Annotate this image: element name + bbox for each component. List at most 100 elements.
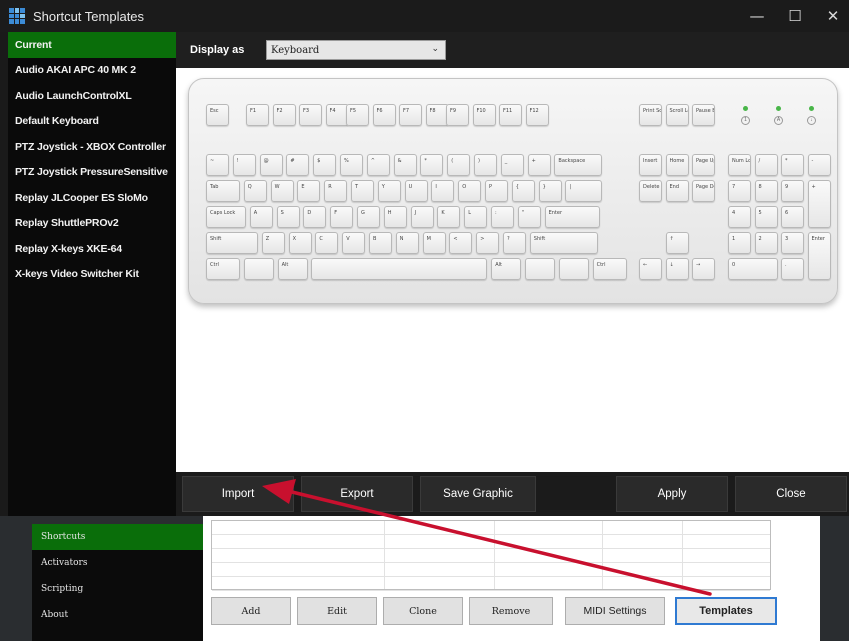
key-esc[interactable]: Esc [206, 104, 229, 126]
key-f[interactable]: F [330, 206, 354, 228]
key-backspace[interactable]: Backspace [554, 154, 603, 176]
key-f10[interactable]: F10 [472, 104, 496, 126]
key-tab[interactable]: Tab [206, 180, 240, 202]
key-g[interactable]: G [357, 206, 380, 228]
key-v[interactable]: V [342, 232, 366, 254]
key-p[interactable]: P [485, 180, 508, 202]
key-symbol[interactable]: _ [500, 154, 524, 176]
key-t[interactable]: T [351, 180, 374, 202]
key-n[interactable]: N [395, 232, 419, 254]
key-scroll-lock[interactable]: Scroll Lock [665, 104, 689, 126]
key-u[interactable]: U [404, 180, 428, 202]
key-z[interactable]: Z [261, 232, 285, 254]
key-delete[interactable]: Delete [639, 180, 662, 202]
key-x[interactable]: X [288, 232, 312, 254]
key-m[interactable]: M [422, 232, 446, 254]
key-symbol[interactable]: * [781, 154, 804, 176]
key-num-lock[interactable]: Num Lock [728, 154, 751, 176]
key-insert[interactable]: Insert [639, 154, 662, 176]
template-item-launchcontrolxl[interactable]: Audio LaunchControlXL [8, 83, 176, 109]
key-print-screen[interactable]: Print Screen [639, 104, 662, 126]
key-8[interactable]: 8 [754, 180, 778, 202]
template-item-current[interactable]: Current [8, 32, 176, 58]
key-0[interactable]: 0 [728, 258, 778, 280]
key-symbol[interactable]: $ [313, 154, 337, 176]
key-blank[interactable] [525, 258, 555, 280]
key-shift[interactable]: Shift [529, 232, 598, 254]
template-item-shuttlepro[interactable]: Replay ShuttlePROv2 [8, 211, 176, 237]
templates-button[interactable]: Templates [675, 597, 777, 625]
key-symbol[interactable]: " [517, 206, 541, 228]
key-symbol[interactable]: ← [639, 258, 662, 280]
key-f1[interactable]: F1 [246, 104, 269, 126]
key-w[interactable]: W [270, 180, 294, 202]
key-symbol[interactable]: ↓ [665, 258, 689, 280]
save-graphic-button[interactable]: Save Graphic [420, 476, 536, 512]
key-pause-break[interactable]: Pause Break [692, 104, 715, 126]
key-f7[interactable]: F7 [399, 104, 422, 126]
template-item-akai-apc40[interactable]: Audio AKAI APC 40 MK 2 [8, 58, 176, 84]
key-symbol[interactable]: + [527, 154, 551, 176]
shortcuts-table[interactable] [211, 520, 771, 591]
key-f6[interactable]: F6 [372, 104, 396, 126]
key-f5[interactable]: F5 [346, 104, 369, 126]
key-alt[interactable]: Alt [277, 258, 308, 280]
key-5[interactable]: 5 [754, 206, 778, 228]
key-3[interactable]: 3 [781, 232, 804, 254]
key-d[interactable]: D [303, 206, 327, 228]
key-f12[interactable]: F12 [525, 104, 549, 126]
key-symbol[interactable]: < [449, 232, 473, 254]
key-symbol[interactable]: % [340, 154, 363, 176]
key-4[interactable]: 4 [728, 206, 751, 228]
key-1[interactable]: 1 [728, 232, 751, 254]
key-symbol[interactable]: { [511, 180, 535, 202]
template-item-ptz-pressure[interactable]: PTZ Joystick PressureSensitive [8, 160, 176, 186]
template-item-xkeys-video-switcher[interactable]: X-keys Video Switcher Kit [8, 262, 176, 288]
key-e[interactable]: E [297, 180, 321, 202]
key-k[interactable]: K [437, 206, 461, 228]
key-7[interactable]: 7 [728, 180, 751, 202]
key-q[interactable]: Q [243, 180, 267, 202]
key-f11[interactable]: F11 [499, 104, 522, 126]
key-end[interactable]: End [665, 180, 689, 202]
template-item-jlcooper[interactable]: Replay JLCooper ES SloMo [8, 185, 176, 211]
template-item-default-keyboard[interactable]: Default Keyboard [8, 109, 176, 135]
key-f2[interactable]: F2 [272, 104, 296, 126]
nav-item-activators[interactable]: Activators [32, 550, 203, 576]
key-alt[interactable]: Alt [491, 258, 522, 280]
key-enter[interactable]: Enter [807, 232, 831, 280]
key-symbol[interactable]: * [420, 154, 444, 176]
display-as-select[interactable]: Keyboard ⌄ [266, 40, 446, 60]
key-9[interactable]: 9 [781, 180, 804, 202]
key-ctrl[interactable]: Ctrl [206, 258, 240, 280]
key-f3[interactable]: F3 [299, 104, 322, 126]
key-symbol[interactable]: ^ [366, 154, 390, 176]
key-symbol[interactable]: ? [503, 232, 526, 254]
key-h[interactable]: H [383, 206, 407, 228]
key-enter[interactable]: Enter [544, 206, 600, 228]
key-symbol[interactable]: + [807, 180, 831, 228]
key-symbol[interactable]: } [538, 180, 562, 202]
close-window-button[interactable]: ✕ [811, 0, 849, 32]
key-symbol[interactable]: ) [474, 154, 497, 176]
key-c[interactable]: C [315, 232, 339, 254]
nav-item-about[interactable]: About [32, 602, 203, 628]
key-blank[interactable] [558, 258, 589, 280]
key-6[interactable]: 6 [781, 206, 804, 228]
key-blank[interactable] [243, 258, 274, 280]
add-button[interactable]: Add [211, 597, 291, 625]
key-s[interactable]: S [276, 206, 300, 228]
key-shift[interactable]: Shift [206, 232, 258, 254]
key-symbol[interactable]: ! [232, 154, 256, 176]
key-symbol[interactable]: @ [259, 154, 283, 176]
key-a[interactable]: A [249, 206, 273, 228]
template-item-xkeys-xke64[interactable]: Replay X-keys XKE-64 [8, 236, 176, 262]
key-caps-lock[interactable]: Caps Lock [206, 206, 246, 228]
key-ctrl[interactable]: Ctrl [592, 258, 627, 280]
key-j[interactable]: J [410, 206, 434, 228]
key-home[interactable]: Home [665, 154, 689, 176]
template-item-xbox-controller[interactable]: PTZ Joystick - XBOX Controller [8, 134, 176, 160]
nav-item-shortcuts[interactable]: Shortcuts [32, 524, 203, 550]
key-symbol[interactable]: . [781, 258, 804, 280]
key-i[interactable]: I [431, 180, 455, 202]
